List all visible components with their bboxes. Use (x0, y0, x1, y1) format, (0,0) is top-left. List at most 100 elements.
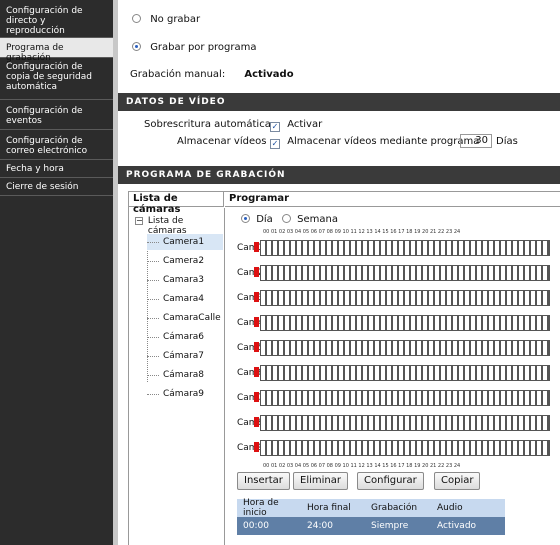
collapse-icon[interactable]: − (135, 217, 143, 225)
manual-recording-label: Grabación manual: (130, 69, 226, 80)
tree-branch-line (147, 280, 159, 281)
schedule-timeline[interactable] (260, 340, 550, 356)
no-record-label: No grabar (150, 14, 201, 25)
recording-marker (254, 392, 259, 402)
schedule-program: Día Semana 00 01 02 03 04 05 06 07 08 09… (225, 208, 560, 545)
schedule-timeline[interactable] (260, 240, 550, 256)
copy-button[interactable]: Copiar (434, 472, 481, 490)
recording-marker (254, 317, 259, 327)
store-checkbox[interactable]: ✓ (270, 139, 280, 149)
overwrite-label: Sobrescritura automática (144, 119, 271, 130)
schedule-timeline[interactable] (260, 390, 550, 406)
by-schedule-label: Grabar por programa (150, 42, 257, 53)
no-record-radio[interactable] (132, 14, 141, 23)
camera-tree-item[interactable]: Camera1 (147, 234, 223, 250)
camera-tree-item[interactable]: Cámara9 (147, 386, 223, 402)
sidebar-item-email[interactable]: Configuración de correo electrónico (0, 130, 113, 160)
recording-marker (254, 292, 259, 302)
camera-tree-label: Camara4 (163, 294, 205, 304)
col-recording: Grabación (371, 503, 418, 513)
overwrite-option[interactable]: ✓ Activar (270, 119, 322, 132)
camera-tree-label: Cámara7 (163, 351, 205, 361)
sidebar-item-date-time[interactable]: Fecha y hora (0, 160, 113, 178)
sidebar: Configuración de directo y reproducción … (0, 0, 113, 545)
recording-table-header: Hora de inicio Hora final Grabación Audi… (237, 498, 505, 518)
main-panel: No grabar Grabar por programa Grabación … (118, 0, 560, 545)
schedule-timeline[interactable] (260, 440, 550, 456)
tree-branch-line (147, 299, 159, 300)
tree-branch-line (147, 337, 159, 338)
schedule-toolbar: Insertar Eliminar Configurar Copiar (237, 472, 537, 492)
sidebar-item-live-playback[interactable]: Configuración de directo y reproducción (0, 0, 113, 38)
store-option[interactable]: ✓ Almacenar vídeos mediante programa (270, 136, 479, 149)
overwrite-check-label: Activar (287, 119, 323, 130)
delete-button[interactable]: Eliminar (293, 472, 348, 490)
view-mode-options: Día Semana (241, 214, 338, 225)
schedule-timeline[interactable] (260, 365, 550, 381)
camera-tree-item[interactable]: Cámara6 (147, 329, 223, 345)
cell-start-time: 00:00 (243, 521, 269, 531)
tree-root-label: Lista de cámaras (147, 216, 187, 236)
manual-recording-row: Grabación manual: Activado (130, 69, 294, 80)
recording-marker (254, 342, 259, 352)
recording-marker (254, 442, 259, 452)
store-check-label: Almacenar vídeos mediante programa (287, 136, 480, 147)
camera-tree-item[interactable]: CamaraCalle (147, 310, 223, 326)
cell-end-time: 24:00 (307, 521, 333, 531)
days-input[interactable]: 30 (460, 134, 492, 148)
insert-button[interactable]: Insertar (237, 472, 290, 490)
schedule-timeline[interactable] (260, 415, 550, 431)
sidebar-item-logout[interactable]: Cierre de sesión (0, 178, 113, 196)
recording-table: Hora de inicio Hora final Grabación Audi… (237, 498, 505, 535)
manual-recording-value: Activado (244, 69, 294, 80)
video-data-header: DATOS DE VÍDEO (118, 93, 560, 111)
camera-tree-label: CamaraCalle (163, 313, 221, 323)
week-view-radio[interactable] (281, 214, 291, 223)
schedule-header: PROGRAMA DE GRABACIÓN (118, 166, 560, 184)
col-audio: Audio (437, 503, 463, 513)
program-title: Programar (225, 192, 560, 207)
schedule-timeline[interactable] (260, 290, 550, 306)
hours-scale-bottom: 00 01 02 03 04 05 06 07 08 09 10 11 12 1… (263, 463, 461, 469)
camera-list-title: Lista de cámaras (129, 192, 224, 215)
cell-audio: Activado (437, 521, 477, 531)
day-view-radio[interactable] (241, 214, 250, 223)
camera-tree: − Lista de cámaras Camera1 Camera2 Camara3… (129, 208, 225, 545)
camera-tree-label: Cámara9 (163, 389, 205, 399)
camera-tree-item[interactable]: Camara3 (147, 272, 223, 288)
overwrite-checkbox[interactable]: ✓ (270, 122, 280, 132)
tree-root[interactable]: − Lista de cámaras (135, 216, 208, 236)
tree-branch-line (147, 394, 159, 395)
col-end-time: Hora final (307, 503, 351, 513)
recording-marker (254, 267, 259, 277)
configure-button[interactable]: Configurar (357, 472, 424, 490)
camera-tree-label: Cámara6 (163, 332, 205, 342)
camera-tree-item[interactable]: Cámara7 (147, 348, 223, 364)
sidebar-item-recording-schedule[interactable]: Programa de grabación (0, 38, 113, 63)
by-schedule-radio[interactable] (132, 42, 141, 51)
hours-scale-top: 00 01 02 03 04 05 06 07 08 09 10 11 12 1… (263, 229, 461, 235)
tree-branch-line (147, 375, 159, 376)
sidebar-item-events[interactable]: Configuración de eventos (0, 100, 113, 130)
schedule-timeline[interactable] (260, 315, 550, 331)
no-record-option[interactable]: No grabar (132, 14, 200, 25)
camera-tree-label: Camera1 (163, 237, 205, 247)
table-row[interactable]: 00:00 24:00 Siempre Activado (237, 517, 505, 535)
camera-tree-item[interactable]: Cámara8 (147, 367, 223, 383)
recording-marker (254, 367, 259, 377)
days-unit: Días (496, 136, 518, 147)
week-view-label: Semana (297, 214, 339, 225)
camera-tree-item[interactable]: Camara4 (147, 291, 223, 307)
col-start-time: Hora de inicio (243, 498, 279, 518)
camera-tree-item[interactable]: Camera2 (147, 253, 223, 269)
recording-marker (254, 417, 259, 427)
by-schedule-option[interactable]: Grabar por programa (132, 42, 257, 53)
sidebar-item-auto-backup[interactable]: Configuración de copia de seguridad auto… (0, 58, 113, 100)
tree-branch-line (147, 356, 159, 357)
schedule-timeline[interactable] (260, 265, 550, 281)
camera-tree-label: Cámara8 (163, 370, 205, 380)
recording-marker (254, 242, 259, 252)
store-label: Almacenar vídeos (177, 136, 267, 147)
schedule-panel: Lista de cámaras Programar − Lista de cá… (128, 191, 560, 545)
camera-tree-label: Camara3 (163, 275, 205, 285)
